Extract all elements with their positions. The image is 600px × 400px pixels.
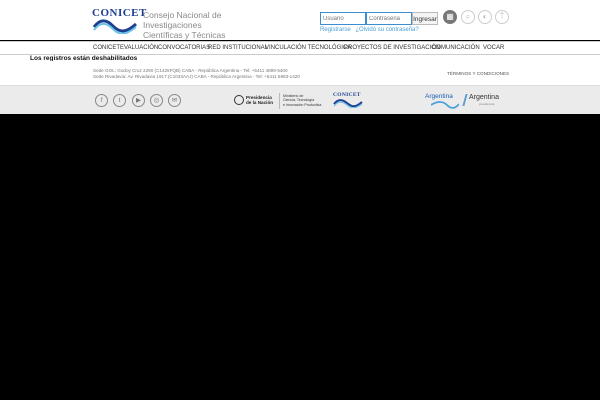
accessibility-icon[interactable]: ◐ (478, 10, 492, 24)
username-input[interactable] (320, 12, 366, 25)
argentina-logo2-sub: presidencia (479, 102, 495, 106)
nav-item-evaluacion[interactable]: EVALUACIÓN (120, 45, 158, 51)
nav-item-conicet[interactable]: CONICET (93, 45, 120, 51)
ministerio-text: Ministerio de Ciencia, Tecnología e Inno… (283, 94, 329, 107)
main-nav: CONICET EVALUACIÓN CONVOCATORIAS RED INS… (0, 41, 600, 55)
org-name: Consejo Nacional de Investigaciones Cien… (143, 10, 273, 40)
org-name-line2: Científicas y Técnicas (143, 30, 226, 40)
twitter-icon[interactable]: t (113, 94, 126, 107)
instagram-icon[interactable]: ◎ (150, 94, 163, 107)
nav-item-proyectos[interactable]: PROYECTOS DE INVESTIGACIÓN (344, 45, 440, 51)
argentina-logo[interactable]: Argentina (425, 93, 459, 109)
presidencia-text: Presidencia de la Nación (246, 95, 273, 105)
nav-item-vinculacion[interactable]: VINCULACIÓN TECNOLÓGICA (265, 45, 351, 51)
org-name-line1: Consejo Nacional de Investigaciones (143, 10, 222, 30)
argentina-logo2-text: Argentina (469, 94, 499, 101)
nav-item-convocatorias[interactable]: CONVOCATORIAS (158, 45, 210, 51)
argentina-logo-text: Argentina (425, 93, 453, 100)
address-band: Sede GOL: Godoy Cruz 2290 (C1425FQB) CAB… (0, 61, 600, 86)
logo-wave-icon (92, 19, 138, 34)
login-button[interactable]: Ingresar (412, 12, 438, 25)
nav-item-comunicacion[interactable]: COMUNICACIÓN (432, 45, 480, 51)
youtube-icon[interactable]: ▶ (132, 94, 145, 107)
email-icon[interactable]: ✉ (168, 94, 181, 107)
facebook-icon[interactable]: f (95, 94, 108, 107)
conicet-logo[interactable]: CONICET (92, 7, 146, 35)
grid-icon[interactable]: ▦ (443, 10, 457, 24)
presidencia-line2: de la Nación (246, 100, 274, 105)
password-input[interactable] (366, 12, 412, 25)
register-link[interactable]: Registrarse (320, 27, 351, 33)
argentina-wave-icon (431, 101, 459, 109)
argentina-presidencia-logo[interactable]: Argentina presidencia (462, 94, 504, 108)
nav-item-red-institucional[interactable]: RED INSTITUCIONAL (208, 45, 268, 51)
search-icon[interactable]: ⌕ (461, 10, 475, 24)
terms-link[interactable]: TÉRMINOS Y CONDICIONES (447, 71, 509, 76)
site-header: CONICET Consejo Nacional de Investigacio… (0, 0, 600, 40)
address-gol: Sede GOL: Godoy Cruz 2290 (C1425FQB) CAB… (93, 68, 288, 73)
nav-item-vocar[interactable]: VOCAR (483, 45, 504, 51)
ministerio-line3: e Innovación Productiva (283, 102, 322, 107)
footer-conicet-logo[interactable]: CONICET (333, 92, 363, 110)
argentina-slash-icon (462, 94, 468, 106)
national-seal-icon (234, 95, 244, 105)
account-links: Registrarse ¿Olvidó su contraseña? (320, 27, 422, 33)
help-icon[interactable]: ⍑ (495, 10, 509, 24)
address-rivadavia: Sede Rivadavia: Av. Rivadavia 1917 (C103… (93, 74, 300, 79)
footer-divider (279, 93, 280, 109)
footer-logo-wave-icon (333, 99, 363, 108)
forgot-password-link[interactable]: ¿Olvidó su contraseña? (355, 27, 418, 33)
